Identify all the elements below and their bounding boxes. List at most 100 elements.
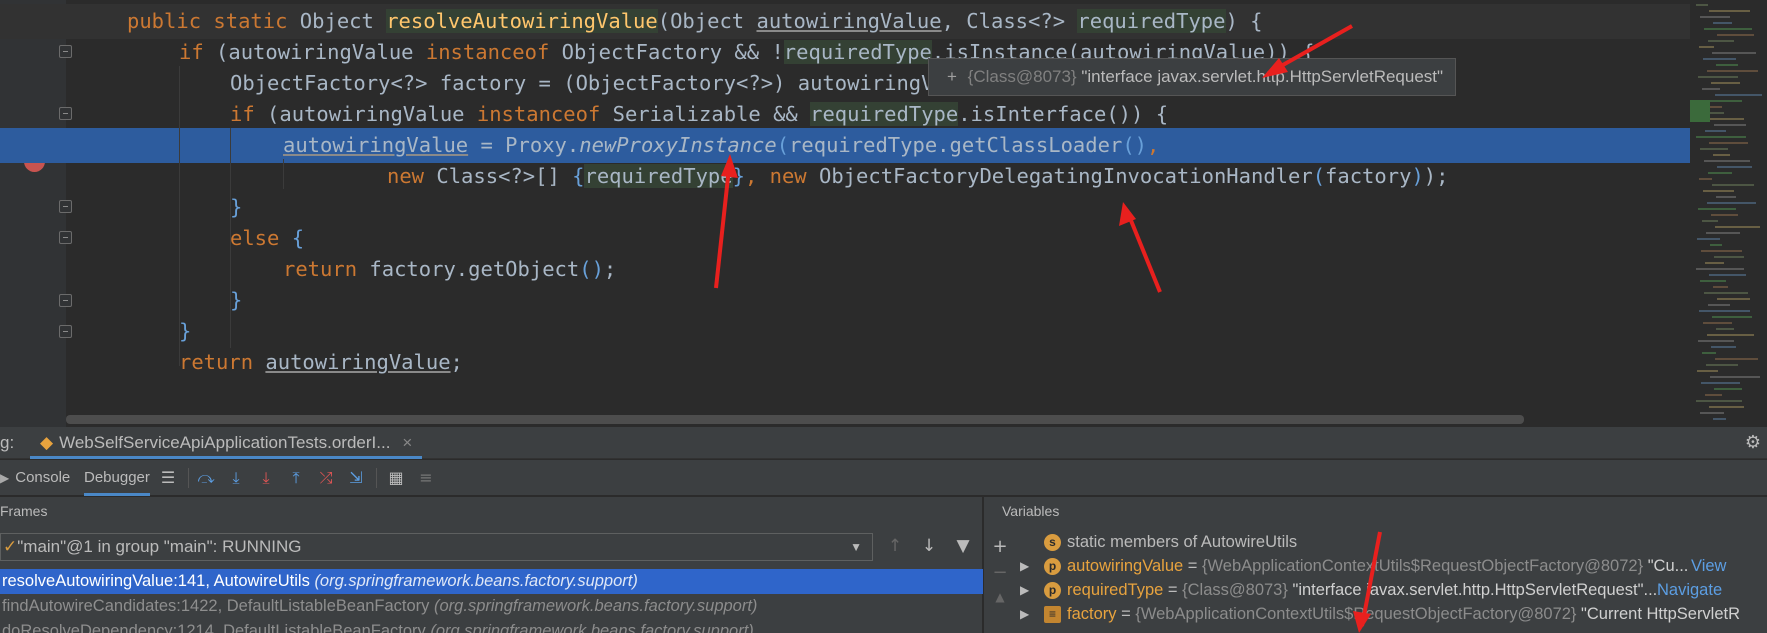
code-token: autowiringValue bbox=[228, 40, 426, 64]
tooltip-ref: {Class@8073} bbox=[967, 67, 1077, 86]
console-icon: ▶ bbox=[0, 471, 10, 485]
code-editor[interactable]: public static Object resolveAutowiringVa… bbox=[0, 0, 1767, 427]
code-line[interactable]: new Class<?>[] {requiredType}, new Objec… bbox=[0, 159, 1710, 194]
run-config-icon: ◆ bbox=[40, 433, 54, 452]
variable-row[interactable]: ▶ p requiredType = {Class@8073} "interface… bbox=[984, 578, 1767, 602]
minimap-line bbox=[1704, 160, 1750, 162]
code-token: factory bbox=[1325, 164, 1412, 188]
expand-icon[interactable]: + bbox=[947, 67, 957, 86]
run-to-cursor-icon[interactable]: ⇲ bbox=[346, 468, 366, 488]
code-token: return bbox=[283, 257, 370, 281]
debug-session-tab[interactable]: ◆ WebSelfServiceApiApplicationTests.order… bbox=[30, 427, 423, 459]
trace-stream-icon[interactable]: ≡ bbox=[416, 468, 436, 488]
minimap-line bbox=[1696, 400, 1742, 402]
filter-icon[interactable]: ▼ bbox=[952, 535, 974, 557]
minimap-viewport[interactable] bbox=[1690, 100, 1710, 122]
close-icon[interactable]: × bbox=[402, 433, 412, 452]
stack-frame[interactable]: doResolveDependency:1214, DefaultListabl… bbox=[0, 619, 983, 633]
minimap-line bbox=[1711, 346, 1736, 348]
code-token: , Class<?> bbox=[941, 9, 1078, 33]
horizontal-scrollbar[interactable] bbox=[66, 415, 1524, 424]
tab-debugger[interactable]: Debugger bbox=[84, 460, 150, 496]
code-line[interactable]: public static Object resolveAutowiringVa… bbox=[0, 4, 1710, 39]
code-token: ObjectFactoryDelegatingInvocationHandler bbox=[819, 164, 1313, 188]
variable-name: requiredType bbox=[1067, 581, 1164, 599]
minimap-line bbox=[1698, 340, 1734, 342]
frame-up-icon[interactable]: ↑ bbox=[884, 535, 906, 557]
code-line[interactable]: autowiringValue = Proxy.newProxyInstance… bbox=[0, 128, 1710, 163]
minimap-line bbox=[1707, 334, 1754, 336]
minimap-line bbox=[1705, 394, 1722, 396]
stack-frame[interactable]: resolveAutowiringValue:141, AutowireUtil… bbox=[0, 569, 983, 594]
expand-arrow-icon[interactable]: ▶ bbox=[1020, 602, 1029, 626]
gear-icon[interactable]: ⚙ bbox=[1745, 432, 1761, 453]
step-over-icon[interactable]: ⤼ bbox=[196, 468, 216, 488]
code-line[interactable]: } bbox=[0, 190, 1710, 225]
variable-row[interactable]: ▶ p autowiringValue = {WebApplicationConte… bbox=[984, 554, 1767, 578]
minimap-line bbox=[1711, 214, 1738, 216]
code-token: ) { bbox=[1225, 9, 1263, 33]
minimap-line bbox=[1704, 28, 1752, 30]
code-token: ); bbox=[1423, 164, 1449, 188]
tab-console[interactable]: ▶ Console bbox=[0, 460, 70, 496]
code-token: .isInterface()) { bbox=[958, 102, 1169, 126]
variable-row[interactable]: s static members of AutowireUtils bbox=[984, 530, 1767, 554]
code-line[interactable]: } bbox=[0, 283, 1710, 318]
code-line[interactable]: if (autowiringValue instanceof Serializa… bbox=[0, 97, 1710, 132]
code-token: } bbox=[230, 195, 243, 219]
expand-arrow-icon[interactable]: ▶ bbox=[1020, 578, 1029, 602]
step-out-icon[interactable]: ⤒ bbox=[286, 468, 306, 488]
code-token: autowiringValue bbox=[283, 133, 469, 157]
variable-row[interactable]: ▶ ≡ factory = {WebApplicationContextUtils$… bbox=[984, 602, 1767, 626]
code-token: } bbox=[732, 164, 745, 188]
code-token: Object bbox=[299, 9, 387, 33]
frame-method: doResolveDependency:1214, DefaultListabl… bbox=[2, 622, 431, 633]
frame-package: (org.springframework.beans.factory.suppo… bbox=[434, 597, 758, 615]
force-step-into-icon[interactable]: ⤓ bbox=[256, 468, 276, 488]
expand-arrow-icon[interactable]: ▶ bbox=[1020, 554, 1029, 578]
layout-icon[interactable]: ☰ bbox=[158, 468, 178, 488]
code-line[interactable]: return factory.getObject(); bbox=[0, 252, 1710, 287]
variable-ref: {WebApplicationContextUtils$RequestObjec… bbox=[1202, 557, 1644, 575]
frame-method: findAutowireCandidates:1422, DefaultList… bbox=[2, 597, 435, 615]
value-tooltip[interactable]: + {Class@8073} "interface javax.servlet.… bbox=[928, 58, 1456, 96]
drop-frame-icon[interactable]: ⤮ bbox=[316, 468, 336, 488]
minimap-line bbox=[1714, 124, 1746, 126]
code-token: factory.getObject bbox=[369, 257, 580, 281]
tool-window-label: g: bbox=[0, 433, 15, 452]
thread-label: "main"@1 in group "main": RUNNING bbox=[17, 537, 302, 556]
minimap-line bbox=[1710, 244, 1722, 246]
minimap-line bbox=[1703, 58, 1736, 60]
debugger-toolbar: ▶ Console Debugger ☰ ⤼ ⤓ ⤓ ⤒ ⤮ ⇲ ▦ ≡ bbox=[0, 460, 1767, 496]
chevron-down-icon[interactable]: ▼ bbox=[850, 534, 862, 560]
minimap-line bbox=[1700, 148, 1728, 150]
debug-session-bar: g: ◆ WebSelfServiceApiApplicationTests.or… bbox=[0, 427, 1767, 459]
view-link[interactable]: View bbox=[1691, 554, 1726, 578]
code-line[interactable]: } bbox=[0, 314, 1710, 349]
code-minimap[interactable] bbox=[1690, 0, 1767, 427]
variable-value: "interface javax.servlet.http.HttpServle… bbox=[1287, 581, 1658, 599]
code-token: ( bbox=[776, 133, 790, 157]
thread-select[interactable]: ✓"main"@1 in group "main": RUNNING ▼ bbox=[0, 533, 873, 561]
minimap-line bbox=[1709, 142, 1748, 144]
stack-frame[interactable]: findAutowireCandidates:1422, DefaultList… bbox=[0, 594, 983, 619]
code-token: instanceof bbox=[425, 40, 562, 64]
code-token: } bbox=[230, 288, 243, 312]
minimap-line bbox=[1702, 88, 1720, 90]
frame-down-icon[interactable]: ↓ bbox=[918, 535, 940, 557]
navigate-link[interactable]: Navigate bbox=[1657, 578, 1722, 602]
minimap-line bbox=[1716, 64, 1738, 66]
variables-title: Variables bbox=[1002, 503, 1060, 519]
code-token: { bbox=[291, 226, 305, 250]
minimap-line bbox=[1700, 280, 1726, 282]
code-token: newProxyInstance bbox=[579, 133, 777, 157]
step-into-icon[interactable]: ⤓ bbox=[226, 468, 246, 488]
code-token: else bbox=[230, 226, 292, 250]
code-token: { bbox=[572, 164, 585, 188]
code-line[interactable]: else { bbox=[0, 221, 1710, 256]
code-line[interactable]: return autowiringValue; bbox=[0, 345, 1710, 380]
minimap-line bbox=[1698, 76, 1738, 78]
evaluate-expression-icon[interactable]: ▦ bbox=[386, 468, 406, 488]
code-token: if bbox=[230, 102, 268, 126]
variable-name: factory bbox=[1067, 605, 1117, 623]
